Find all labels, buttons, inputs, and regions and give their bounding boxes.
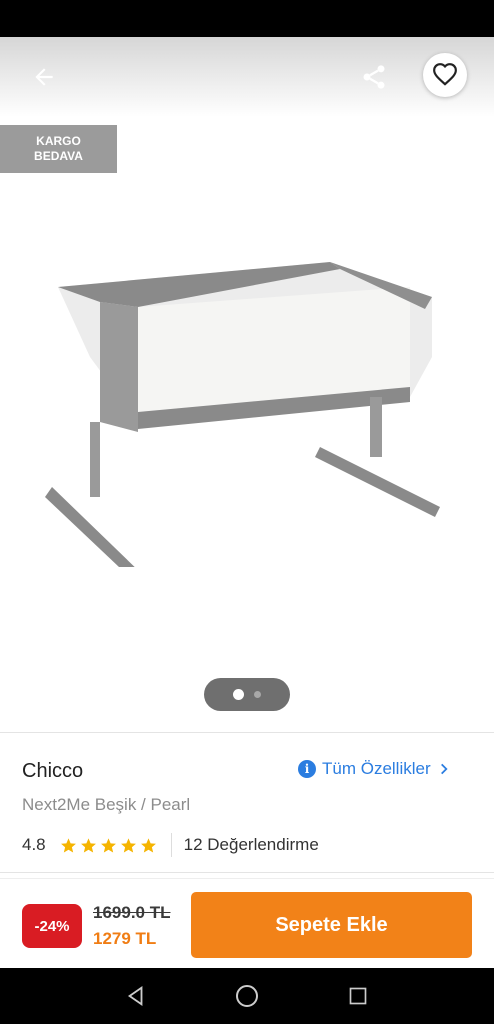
- status-bar: [0, 0, 494, 37]
- back-button[interactable]: [26, 59, 62, 95]
- nav-recents-button[interactable]: [343, 981, 373, 1011]
- nav-back-button[interactable]: [121, 981, 151, 1011]
- image-pager[interactable]: [204, 678, 290, 711]
- product-image: [45, 262, 440, 567]
- star-icon: [140, 837, 156, 853]
- share-button[interactable]: [356, 59, 392, 95]
- free-shipping-badge: KARGO BEDAVA: [0, 125, 117, 173]
- new-price: 1279 TL: [93, 929, 157, 948]
- all-specs-label: Tüm Özellikler: [322, 759, 431, 778]
- nav-home-button[interactable]: [232, 981, 262, 1011]
- brand-name[interactable]: Chicco: [22, 760, 83, 783]
- badge-line-2: BEDAVA: [34, 149, 83, 163]
- header-gradient: [0, 37, 494, 117]
- rating-separator: [170, 833, 172, 857]
- chevron-right-icon: [440, 763, 448, 775]
- star-icon: [100, 837, 116, 853]
- badge-line-1: KARGO: [36, 134, 81, 148]
- product-name: Next2Me Beşik / Pearl: [22, 795, 191, 814]
- square-recents-icon: [349, 987, 367, 1005]
- star-icon: [80, 837, 96, 853]
- divider: [0, 732, 494, 733]
- triangle-back-icon: [127, 986, 143, 1006]
- circle-home-icon: [235, 985, 258, 1007]
- purchase-bar: -24% 1699.0 TL 1279 TL Sepete Ekle: [0, 878, 494, 969]
- product-gallery[interactable]: KARGO BEDAVA: [0, 37, 494, 732]
- info-icon: i: [298, 760, 316, 778]
- old-price: 1699.0 TL: [93, 903, 171, 922]
- divider: [0, 872, 494, 873]
- star-icon: [60, 837, 76, 853]
- favorite-button[interactable]: [423, 53, 467, 97]
- pager-dot[interactable]: [254, 691, 261, 698]
- all-specs-link[interactable]: i Tüm Özellikler: [298, 759, 451, 779]
- reviews-link[interactable]: 12 Değerlendirme: [184, 835, 319, 855]
- heart-outline-icon: [433, 63, 457, 86]
- pager-dot-active[interactable]: [233, 689, 244, 700]
- system-nav-bar: [0, 968, 494, 1024]
- rating-stars: [60, 837, 157, 854]
- discount-badge: -24%: [22, 904, 82, 948]
- add-to-cart-button[interactable]: Sepete Ekle: [191, 892, 472, 958]
- rating-row[interactable]: 4.8 12 Değerlendirme: [22, 833, 319, 857]
- rating-value: 4.8: [22, 835, 46, 854]
- share-icon: [363, 65, 385, 89]
- arrow-left-icon: [35, 68, 53, 86]
- star-icon: [120, 837, 136, 853]
